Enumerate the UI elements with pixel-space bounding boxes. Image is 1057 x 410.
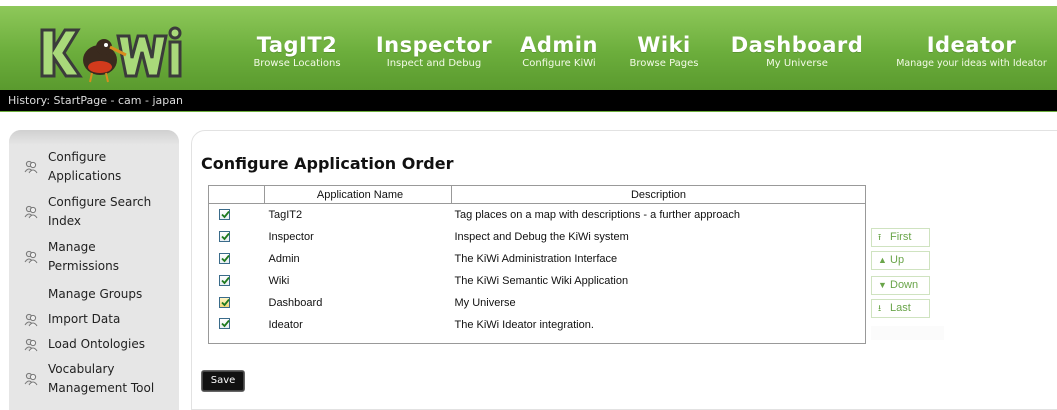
column-header-application-name: Application Name	[264, 185, 452, 204]
up-arrow-icon: ▲	[878, 255, 887, 265]
application-description: The KiWi Administration Interface	[454, 252, 618, 265]
users-icon	[24, 160, 38, 174]
move-up-button[interactable]: ▲ Up	[871, 251, 930, 270]
down-arrow-icon: ▼	[878, 280, 887, 290]
nav-wiki[interactable]: Wiki Browse Pages	[621, 34, 707, 71]
kiwi-logo[interactable]	[34, 20, 184, 88]
users-icon	[24, 372, 38, 386]
enabled-checkbox[interactable]	[219, 253, 230, 265]
last-icon: ⭳	[878, 303, 882, 313]
sidebar-item-load-ontologies[interactable]: Load Ontologies	[9, 335, 179, 354]
column-header-description: Description	[451, 185, 866, 204]
application-name: Dashboard	[268, 296, 323, 309]
nav-ideator[interactable]: Ideator Manage your ideas with Ideator	[886, 34, 1057, 71]
application-description: My Universe	[454, 296, 516, 309]
nav-title: Dashboard	[730, 33, 864, 57]
nav-dashboard[interactable]: Dashboard My Universe	[727, 34, 867, 71]
button-label: Up	[890, 254, 905, 266]
button-label: First	[890, 231, 912, 243]
enabled-checkbox[interactable]	[219, 275, 230, 287]
enabled-checkbox[interactable]	[219, 209, 230, 221]
sidebar-item-label: Manage Groups	[48, 287, 143, 301]
button-label: Last	[890, 302, 911, 314]
nav-title: TagIT2	[256, 33, 338, 57]
table-row[interactable]: Ideator The KiWi Ideator integration.	[209, 314, 866, 344]
enabled-cell	[209, 292, 265, 314]
history-breadcrumb[interactable]: History: StartPage - cam - japan	[0, 90, 1057, 112]
application-name: Inspector	[268, 230, 314, 243]
sidebar-item-import-data[interactable]: Import Data	[9, 310, 179, 329]
table-row[interactable]: Dashboard My Universe	[209, 292, 866, 314]
enabled-cell	[209, 226, 265, 248]
sidebar: Configure Applications Configure Search …	[9, 130, 179, 410]
table-row[interactable]: Wiki The KiWi Semantic Wiki Application	[209, 270, 866, 292]
application-description: The KiWi Semantic Wiki Application	[454, 274, 629, 287]
app-header: TagIT2 Browse Locations Inspector Inspec…	[0, 0, 1057, 90]
page-title: Configure Application Order	[201, 154, 454, 173]
table-row[interactable]: Inspector Inspect and Debug the KiWi sys…	[209, 226, 866, 248]
nav-inspector[interactable]: Inspector Inspect and Debug	[368, 34, 500, 71]
nav-subtitle: Browse Locations	[253, 58, 341, 69]
sidebar-item-label: Configure Search Index	[48, 195, 152, 228]
sidebar-item-label: Import Data	[48, 312, 121, 326]
buttons-footer	[871, 326, 944, 340]
sidebar-header	[9, 130, 179, 145]
application-name: Wiki	[268, 274, 290, 287]
nav-subtitle: Configure KiWi	[522, 58, 596, 69]
first-icon: ⭱	[878, 232, 882, 242]
sidebar-item-label: Manage Permissions	[48, 240, 119, 273]
enabled-checkbox[interactable]	[219, 231, 230, 243]
application-order-table: Application Name Description TagIT2 Tag …	[208, 185, 866, 344]
nav-subtitle: My Universe	[766, 58, 828, 69]
enabled-cell	[209, 314, 265, 344]
nav-title: Ideator	[926, 33, 1017, 57]
sidebar-item-configure-search-index[interactable]: Configure Search Index	[9, 193, 179, 231]
nav-subtitle: Inspect and Debug	[386, 58, 482, 69]
users-icon	[24, 205, 38, 219]
enabled-checkbox[interactable]	[219, 318, 230, 330]
nav-admin[interactable]: Admin Configure KiWi	[516, 34, 602, 71]
application-description: The KiWi Ideator integration.	[454, 318, 594, 331]
move-last-button[interactable]: ⭳ Last	[871, 299, 930, 318]
sidebar-item-label: Load Ontologies	[48, 337, 145, 351]
sidebar-item-label: Vocabulary Management Tool	[48, 362, 155, 395]
enabled-cell	[209, 248, 265, 270]
sidebar-item-manage-groups[interactable]: Manage Groups	[9, 285, 179, 304]
sidebar-item-configure-applications[interactable]: Configure Applications	[9, 148, 179, 186]
save-button[interactable]: Save	[201, 370, 245, 392]
column-header-enabled	[208, 185, 265, 204]
users-icon	[24, 250, 38, 264]
table-row[interactable]: Admin The KiWi Administration Interface	[209, 248, 866, 270]
application-name: TagIT2	[268, 208, 303, 221]
enabled-cell	[209, 204, 265, 226]
sidebar-item-label: Configure Applications	[48, 150, 122, 183]
sidebar-item-vocabulary-management-tool[interactable]: Vocabulary Management Tool	[9, 360, 179, 398]
nav-title: Admin	[520, 33, 598, 57]
enabled-cell	[209, 270, 265, 292]
button-label: Down	[890, 279, 919, 291]
application-name: Ideator	[268, 318, 303, 331]
move-first-button[interactable]: ⭱ First	[871, 228, 930, 247]
nav-subtitle: Browse Pages	[629, 58, 699, 69]
enabled-checkbox[interactable]	[219, 297, 230, 309]
blank-icon	[24, 288, 38, 302]
nav-title: Inspector	[375, 33, 493, 57]
nav-subtitle: Manage your ideas with Ideator	[896, 58, 1047, 69]
sidebar-item-manage-permissions[interactable]: Manage Permissions	[9, 238, 179, 276]
table-row[interactable]: TagIT2 Tag places on a map with descript…	[209, 204, 866, 226]
application-name: Admin	[268, 252, 300, 265]
users-icon	[24, 313, 38, 326]
move-down-button[interactable]: ▼ Down	[871, 276, 930, 295]
table-header-row: Application Name Description	[208, 185, 866, 204]
nav-tagit2[interactable]: TagIT2 Browse Locations	[249, 34, 345, 71]
nav-title: Wiki	[637, 33, 691, 57]
users-icon	[24, 338, 38, 351]
application-description: Tag places on a map with descriptions - …	[454, 208, 741, 221]
application-description: Inspect and Debug the KiWi system	[454, 230, 629, 243]
